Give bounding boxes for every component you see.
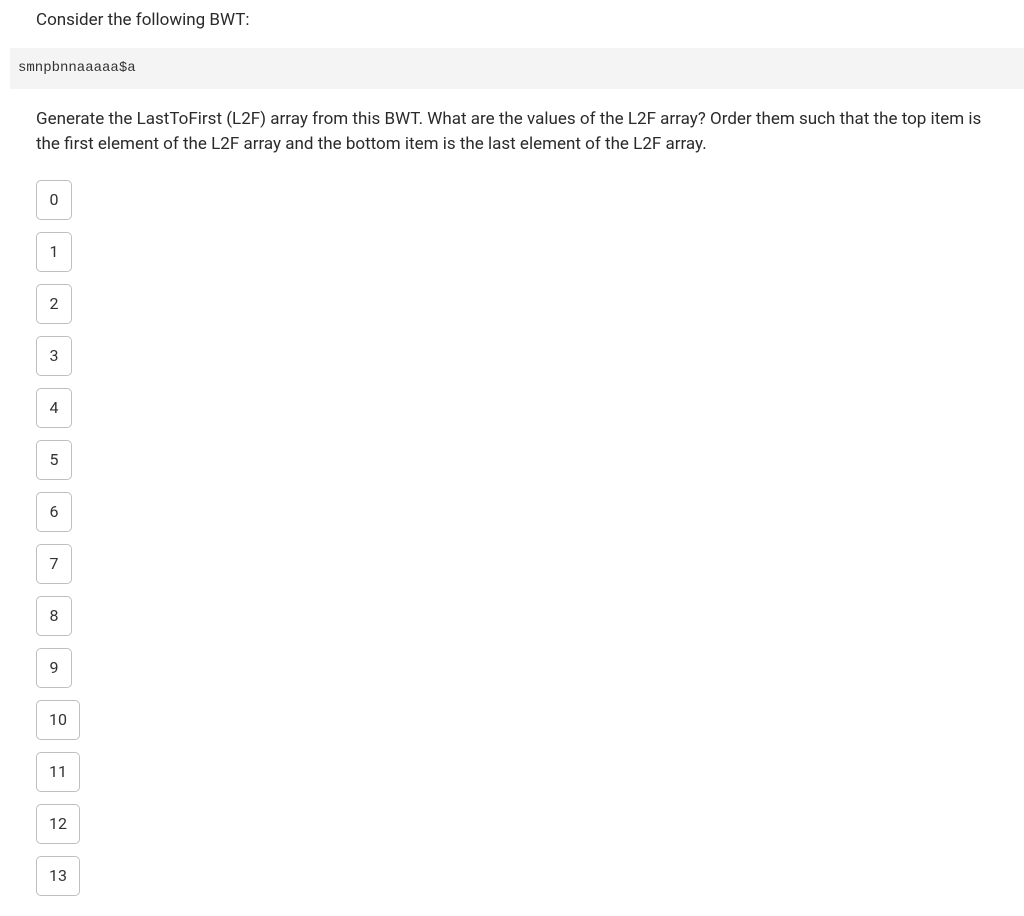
list-item[interactable]: 1 [36, 232, 72, 272]
list-item[interactable]: 11 [36, 752, 80, 792]
instruction-text: Generate the LastToFirst (L2F) array fro… [36, 107, 1024, 158]
bwt-code-block: smnpbnnaaaaa$a [10, 48, 1024, 89]
list-item[interactable]: 13 [36, 856, 80, 896]
list-item[interactable]: 12 [36, 804, 80, 844]
list-item[interactable]: 0 [36, 180, 72, 220]
list-item[interactable]: 8 [36, 596, 72, 636]
list-item[interactable]: 9 [36, 648, 72, 688]
list-item[interactable]: 3 [36, 336, 72, 376]
list-item[interactable]: 5 [36, 440, 72, 480]
list-item[interactable]: 10 [36, 700, 80, 740]
sortable-items-list[interactable]: 0 1 2 3 4 5 6 7 8 9 10 11 12 13 [36, 180, 1024, 896]
intro-text: Consider the following BWT: [36, 8, 1024, 34]
list-item[interactable]: 6 [36, 492, 72, 532]
list-item[interactable]: 4 [36, 388, 72, 428]
list-item[interactable]: 2 [36, 284, 72, 324]
list-item[interactable]: 7 [36, 544, 72, 584]
